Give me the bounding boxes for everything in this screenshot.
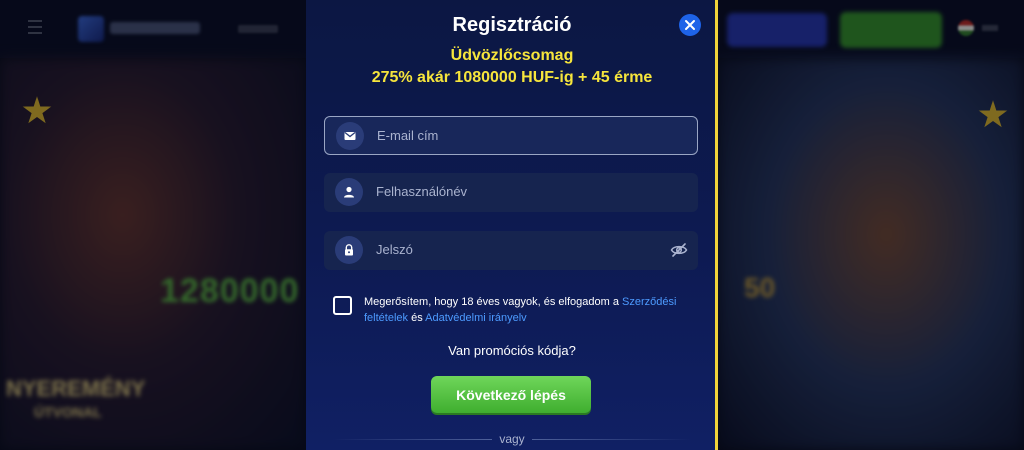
- next-step-button[interactable]: Következő lépés: [431, 376, 591, 413]
- registration-modal: Regisztráció Üdvözlőcsomag 275% akár 108…: [306, 0, 718, 450]
- mail-icon: [336, 122, 364, 150]
- close-button[interactable]: [679, 14, 701, 36]
- email-field: [324, 116, 698, 155]
- modal-title: Regisztráció: [452, 14, 572, 36]
- terms-prefix: Megerősítem, hogy 18 éves vagyok, és elf…: [364, 296, 623, 308]
- password-input[interactable]: [376, 231, 656, 268]
- user-icon: [335, 178, 363, 206]
- privacy-link[interactable]: Adatvédelmi irányelv: [425, 312, 527, 324]
- welcome-package-offer: 275% akár 1080000 HUF-ig + 45 érme: [371, 69, 653, 86]
- terms-checkbox[interactable]: [333, 296, 352, 315]
- username-field: [324, 173, 698, 212]
- eye-off-icon[interactable]: [670, 242, 688, 258]
- promo-code-link[interactable]: Van promóciós kódja?: [306, 343, 718, 358]
- lock-icon: [335, 236, 363, 264]
- email-input[interactable]: [377, 117, 657, 154]
- welcome-package-title: Üdvözlőcsomag: [450, 47, 574, 64]
- terms-text: Megerősítem, hogy 18 éves vagyok, és elf…: [364, 294, 692, 326]
- terms-middle: és: [408, 312, 426, 324]
- close-icon: [685, 20, 695, 30]
- username-input[interactable]: [376, 173, 656, 210]
- or-separator: vagy: [499, 432, 525, 446]
- password-field: [324, 231, 698, 270]
